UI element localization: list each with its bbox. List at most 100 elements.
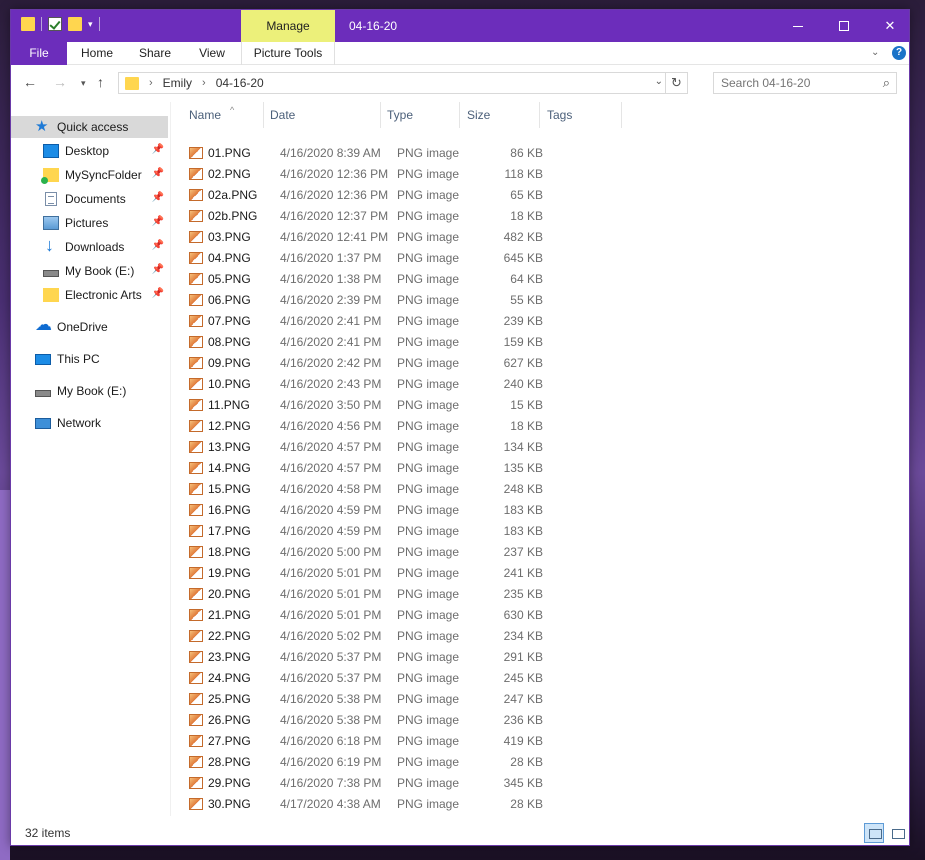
close-button[interactable]: ✕ <box>867 10 913 42</box>
file-row[interactable]: 02b.PNG 4/16/2020 12:37 PM PNG image 18 KB <box>189 205 549 226</box>
file-row[interactable]: 29.PNG 4/16/2020 7:38 PM PNG image 345 KB <box>189 772 549 793</box>
column-header-type[interactable]: Type <box>380 102 460 128</box>
file-row[interactable]: 26.PNG 4/16/2020 5:38 PM PNG image 236 KB <box>189 709 549 730</box>
file-name: 15.PNG <box>208 481 251 496</box>
file-row[interactable]: 19.PNG 4/16/2020 5:01 PM PNG image 241 KB <box>189 562 549 583</box>
file-row[interactable]: 10.PNG 4/16/2020 2:43 PM PNG image 240 KB <box>189 373 549 394</box>
file-row[interactable]: 13.PNG 4/16/2020 4:57 PM PNG image 134 KB <box>189 436 549 457</box>
file-row[interactable]: 12.PNG 4/16/2020 4:56 PM PNG image 18 KB <box>189 415 549 436</box>
file-row[interactable]: 14.PNG 4/16/2020 4:57 PM PNG image 135 KB <box>189 457 549 478</box>
file-list-pane: ^ Name Date Type Size Tags 01.PNG 4/16/20… <box>172 102 911 816</box>
file-row[interactable]: 18.PNG 4/16/2020 5:00 PM PNG image 237 KB <box>189 541 549 562</box>
pin-icon[interactable]: 📌 <box>152 216 164 227</box>
maximize-button[interactable] <box>821 10 867 42</box>
large-icons-view-icon[interactable] <box>887 823 907 843</box>
file-row[interactable]: 24.PNG 4/16/2020 5:37 PM PNG image 245 KB <box>189 667 549 688</box>
file-type: PNG image <box>397 649 460 664</box>
pin-icon[interactable]: 📌 <box>152 264 164 275</box>
file-row[interactable]: 23.PNG 4/16/2020 5:37 PM PNG image 291 KB <box>189 646 549 667</box>
file-row[interactable]: 04.PNG 4/16/2020 1:37 PM PNG image 645 KB <box>189 247 549 268</box>
properties-icon[interactable] <box>48 17 62 31</box>
file-row[interactable]: 17.PNG 4/16/2020 4:59 PM PNG image 183 KB <box>189 520 549 541</box>
network-icon <box>35 417 51 429</box>
nav-label: This PC <box>57 352 100 366</box>
file-row[interactable]: 16.PNG 4/16/2020 4:59 PM PNG image 183 KB <box>189 499 549 520</box>
tab-share[interactable]: Share <box>129 42 181 65</box>
minimize-button[interactable] <box>775 10 821 42</box>
file-row[interactable]: 09.PNG 4/16/2020 2:42 PM PNG image 627 KB <box>189 352 549 373</box>
documents-icon <box>45 192 57 206</box>
back-button[interactable]: ← <box>23 74 37 90</box>
nav-pinned-item[interactable]: MySyncFolder 📌 <box>11 164 168 186</box>
recent-locations-button[interactable]: ▾ <box>81 78 86 89</box>
file-date: 4/16/2020 12:36 PM <box>280 187 389 202</box>
file-row[interactable]: 25.PNG 4/16/2020 5:38 PM PNG image 247 KB <box>189 688 549 709</box>
breadcrumb-current[interactable]: 04-16-20 <box>216 76 264 90</box>
up-button[interactable]: ↑ <box>97 74 104 90</box>
help-icon[interactable]: ? <box>892 46 906 60</box>
pin-icon[interactable]: 📌 <box>152 288 164 299</box>
nav-my-book[interactable]: My Book (E:) <box>11 380 168 402</box>
pin-icon[interactable]: 📌 <box>152 192 164 203</box>
tab-home[interactable]: Home <box>71 42 123 65</box>
file-type: PNG image <box>397 691 460 706</box>
file-row[interactable]: 03.PNG 4/16/2020 12:41 PM PNG image 482 KB <box>189 226 549 247</box>
file-row[interactable]: 30.PNG 4/17/2020 4:38 AM PNG image 28 KB <box>189 793 549 814</box>
breadcrumb-chevron-icon[interactable]: › <box>202 77 206 89</box>
forward-button[interactable]: → <box>53 74 67 90</box>
file-size: 183 KB <box>503 502 543 517</box>
search-input[interactable] <box>721 76 881 90</box>
nav-label: Quick access <box>57 120 129 134</box>
customize-toolbar-icon[interactable]: ▾ <box>88 19 93 30</box>
file-row[interactable]: 02.PNG 4/16/2020 12:36 PM PNG image 118 KB <box>189 163 549 184</box>
address-dropdown-icon[interactable]: ⌄ <box>655 76 663 87</box>
refresh-button[interactable]: ↻ <box>665 73 687 93</box>
file-type: PNG image <box>397 250 460 265</box>
file-row[interactable]: 05.PNG 4/16/2020 1:38 PM PNG image 64 KB <box>189 268 549 289</box>
nav-network[interactable]: Network <box>11 412 168 434</box>
file-row[interactable]: 27.PNG 4/16/2020 6:18 PM PNG image 419 KB <box>189 730 549 751</box>
file-row[interactable]: 02a.PNG 4/16/2020 12:36 PM PNG image 65 KB <box>189 184 549 205</box>
nav-pinned-item[interactable]: My Book (E:) 📌 <box>11 260 168 282</box>
column-header-tags[interactable]: Tags <box>540 102 622 128</box>
new-folder-icon[interactable] <box>68 17 82 31</box>
file-row[interactable]: 21.PNG 4/16/2020 5:01 PM PNG image 630 KB <box>189 604 549 625</box>
tab-view[interactable]: View <box>187 42 237 65</box>
nav-pinned-item[interactable]: Downloads 📌 <box>11 235 168 258</box>
file-row[interactable]: 11.PNG 4/16/2020 3:50 PM PNG image 15 KB <box>189 394 549 415</box>
file-row[interactable]: 07.PNG 4/16/2020 2:41 PM PNG image 239 KB <box>189 310 549 331</box>
file-row[interactable]: 15.PNG 4/16/2020 4:58 PM PNG image 248 KB <box>189 478 549 499</box>
pin-icon[interactable]: 📌 <box>152 168 164 179</box>
file-date: 4/16/2020 4:57 PM <box>280 460 382 475</box>
folder-icon[interactable] <box>21 17 35 31</box>
file-row[interactable]: 06.PNG 4/16/2020 2:39 PM PNG image 55 KB <box>189 289 549 310</box>
address-bar[interactable]: › Emily › 04-16-20 ⌄ ↻ <box>118 72 688 94</box>
tab-file[interactable]: File <box>11 42 67 65</box>
tab-picture-tools[interactable]: Picture Tools <box>241 42 335 65</box>
breadcrumb-emily[interactable]: Emily <box>163 76 192 90</box>
nav-onedrive[interactable]: OneDrive <box>11 315 168 338</box>
file-row[interactable]: 28.PNG 4/16/2020 6:19 PM PNG image 28 KB <box>189 751 549 772</box>
nav-pinned-item[interactable]: Desktop 📌 <box>11 140 168 162</box>
pin-icon[interactable]: 📌 <box>152 240 164 251</box>
column-header-name[interactable]: ^ Name <box>182 102 264 128</box>
breadcrumb-chevron-icon[interactable]: › <box>149 77 153 89</box>
file-row[interactable]: 01.PNG 4/16/2020 8:39 AM PNG image 86 KB <box>189 142 549 163</box>
pin-icon[interactable]: 📌 <box>152 144 164 155</box>
expand-ribbon-icon[interactable]: ⌄ <box>871 47 879 58</box>
details-view-icon[interactable] <box>864 823 884 843</box>
nav-this-pc[interactable]: This PC <box>11 348 168 370</box>
column-header-size[interactable]: Size <box>460 102 540 128</box>
search-icon[interactable]: ⌕ <box>883 75 890 91</box>
manage-tab[interactable]: Manage <box>241 10 335 42</box>
nav-pinned-item[interactable]: Documents 📌 <box>11 188 168 210</box>
nav-quick-access[interactable]: Quick access <box>11 116 168 138</box>
search-box[interactable]: ⌕ <box>713 72 897 94</box>
nav-pinned-item[interactable]: Electronic Arts 📌 <box>11 284 168 306</box>
file-row[interactable]: 22.PNG 4/16/2020 5:02 PM PNG image 234 KB <box>189 625 549 646</box>
nav-pinned-item[interactable]: Pictures 📌 <box>11 212 168 234</box>
file-date: 4/16/2020 4:56 PM <box>280 418 382 433</box>
column-header-date[interactable]: Date <box>263 102 381 128</box>
file-row[interactable]: 20.PNG 4/16/2020 5:01 PM PNG image 235 KB <box>189 583 549 604</box>
file-row[interactable]: 08.PNG 4/16/2020 2:41 PM PNG image 159 KB <box>189 331 549 352</box>
